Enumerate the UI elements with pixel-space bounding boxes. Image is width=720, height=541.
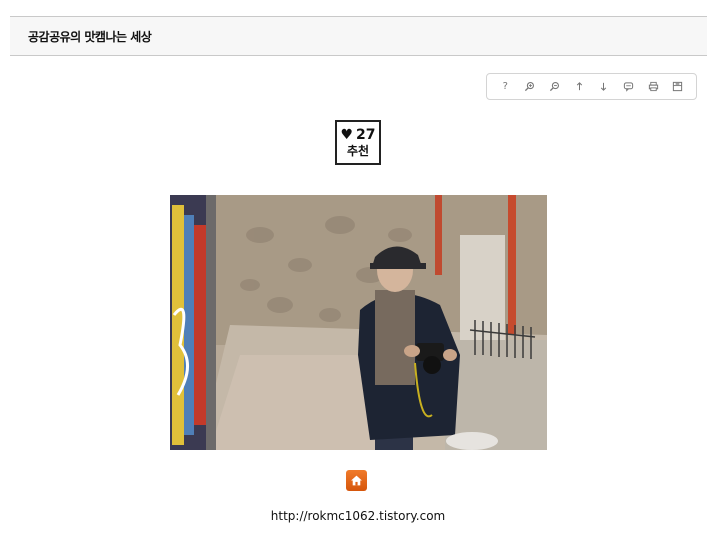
zoom-out-button[interactable] [546,78,564,96]
blog-header-bar: 공감공유의 맛캠나는 세상 [10,16,707,56]
blog-title[interactable]: 공감공유의 맛캠나는 세상 [28,28,152,45]
arrow-down-icon [601,82,607,91]
save-button[interactable] [669,78,687,96]
zoom-in-button[interactable] [521,78,539,96]
recommend-label: 추천 [346,143,370,158]
home-icon [351,475,362,486]
blog-url-link[interactable]: http://rokmc1062.tistory.com [0,509,716,523]
home-button[interactable] [346,470,367,491]
photo-illustration [170,195,547,450]
post-toolbar: ? [486,73,697,100]
scroll-bottom-button[interactable] [595,78,613,96]
recommend-count-row: ♥ 27 [340,127,375,143]
comment-button[interactable] [619,78,637,96]
zoom-out-icon [549,82,560,92]
comment-icon [623,82,634,92]
scroll-top-button[interactable] [570,78,588,96]
arrow-up-icon [576,82,582,91]
print-button[interactable] [644,78,662,96]
help-icon: ? [502,81,508,92]
recommend-button[interactable]: ♥ 27 추천 [335,120,381,165]
zoom-in-icon [525,82,535,92]
heart-icon: ♥ [340,126,354,143]
man-with-camera-photo [170,195,547,450]
save-icon [673,81,683,92]
help-button[interactable]: ? [496,78,514,96]
recommend-count: 27 [356,126,376,143]
print-icon [648,81,658,92]
